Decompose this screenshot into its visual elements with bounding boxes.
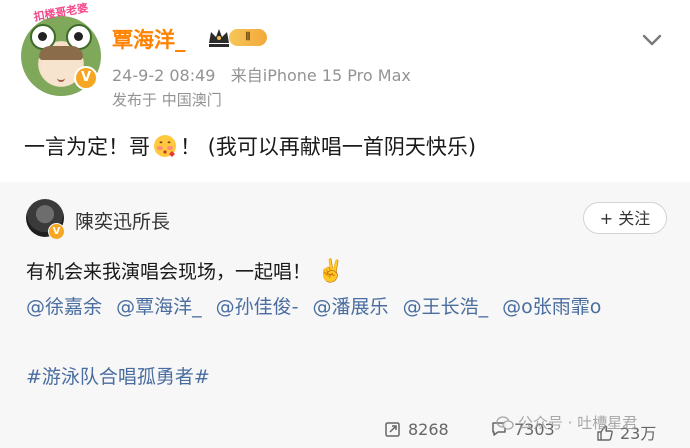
- watermark: 公众号 · 吐槽星君: [496, 412, 637, 433]
- repost-body: 有机会来我演唱会现场，一起唱！: [26, 261, 312, 283]
- repost-action[interactable]: 8268: [384, 420, 449, 439]
- post-body: 一言为定！哥 ！ (我可以再献唱一首阴天快乐): [24, 131, 476, 161]
- mention-list: @徐嘉余 @覃海洋_ @孙佳俊- @潘展乐 @王长浩_ @o张雨霏o: [26, 292, 668, 322]
- repost-username[interactable]: 陳奕迅所長: [75, 207, 170, 234]
- repost-text: 有机会来我演唱会现场，一起唱！ ✌️: [26, 257, 344, 284]
- repost-icon: [385, 422, 400, 437]
- post-meta: 24-9-2 08:49 来自iPhone 15 Pro Max: [112, 62, 411, 86]
- post-location: 发布于 中国澳门: [112, 91, 222, 109]
- verified-icon: V: [74, 66, 98, 90]
- mention-link[interactable]: @徐嘉余: [26, 296, 102, 318]
- mention-link[interactable]: @o张雨霏o: [502, 296, 601, 318]
- watermark-text: 公众号 · 吐槽星君: [518, 414, 638, 432]
- blush-emoji-icon: [152, 133, 178, 159]
- mention-link[interactable]: @孙佳俊-: [216, 296, 299, 318]
- weibo-post: 扣楼哥老婆 V 覃海洋_ Ⅱ 24-9-2 08:49 来自iPhone 15 …: [0, 0, 690, 180]
- post-timestamp: 24-9-2 08:49: [112, 66, 216, 85]
- wechat-icon: [496, 416, 514, 430]
- hashtag-link[interactable]: #游泳队合唱孤勇者#: [26, 362, 210, 389]
- username[interactable]: 覃海洋_: [112, 24, 186, 54]
- crown-icon: [209, 29, 229, 47]
- mention-link[interactable]: @覃海洋_: [116, 296, 202, 318]
- verified-icon: V: [48, 223, 65, 240]
- level-badge[interactable]: Ⅱ: [207, 25, 267, 49]
- victory-hand-icon: ✌️: [317, 259, 345, 284]
- chevron-down-icon[interactable]: [638, 26, 666, 54]
- avatar-hair: [39, 46, 83, 60]
- post-text-part2: ！ (我可以再献唱一首阴天快乐): [180, 135, 477, 159]
- follow-button[interactable]: + 关注: [583, 202, 667, 234]
- post-source[interactable]: 来自iPhone 15 Pro Max: [231, 66, 411, 85]
- repost-count: 8268: [408, 420, 449, 439]
- mention-link[interactable]: @潘展乐: [313, 296, 389, 318]
- level-number: Ⅱ: [229, 29, 267, 46]
- post-text-part1: 一言为定！哥: [24, 135, 150, 159]
- mention-link[interactable]: @王长浩_: [403, 296, 489, 318]
